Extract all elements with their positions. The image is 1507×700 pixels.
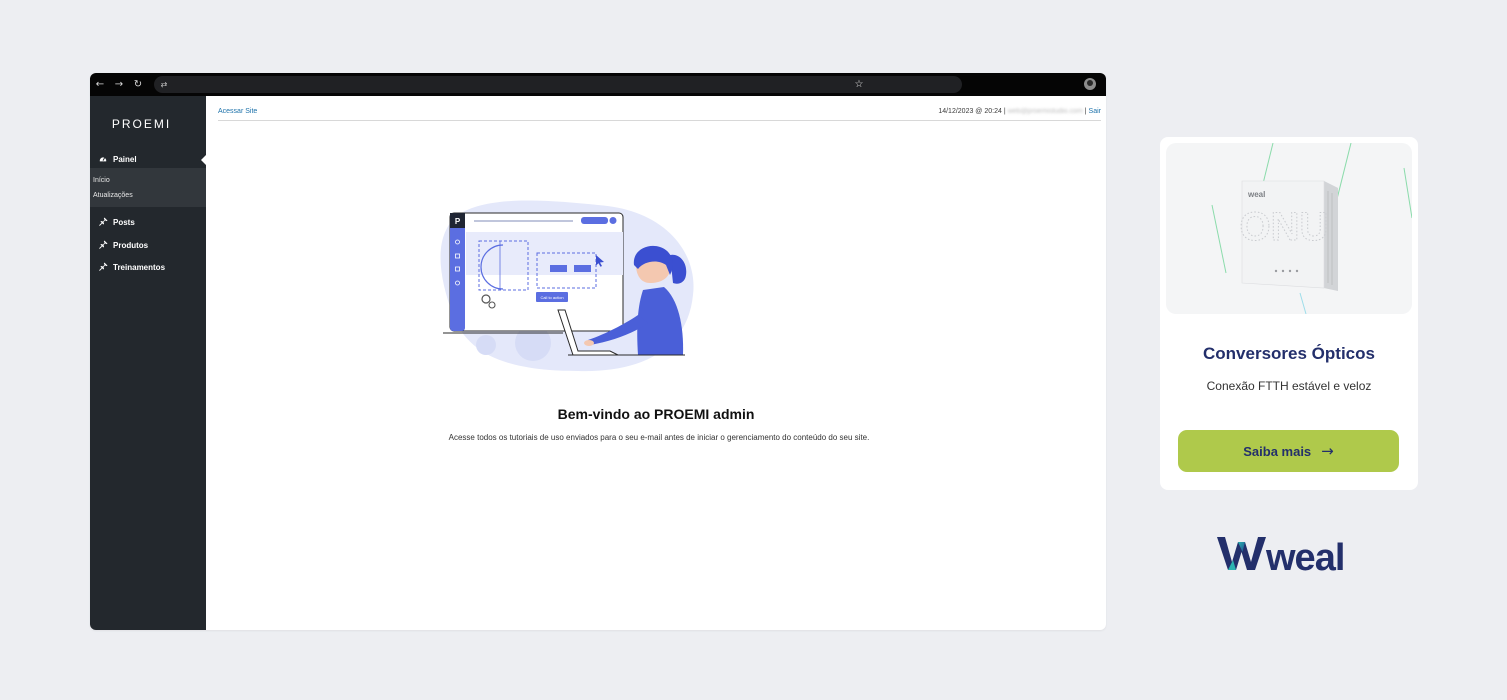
admin-sidebar: PROEMI Painel Início Atualizações Posts … xyxy=(90,96,206,630)
pin-icon xyxy=(99,262,109,273)
site-settings-icon[interactable]: ⇄ xyxy=(156,76,172,93)
welcome-text: Acesse todos os tutoriais de uso enviado… xyxy=(448,433,870,442)
profile-avatar-icon[interactable] xyxy=(1084,78,1096,90)
browser-toolbar: ← → ↻ ⇄ ☆ xyxy=(90,73,1106,96)
session-info: 14/12/2023 @ 20:24 | web@proemistudio.co… xyxy=(938,108,1101,115)
device-onu-text: ONU xyxy=(1240,205,1329,249)
sidebar-item-painel[interactable]: Painel xyxy=(90,151,206,168)
datetime-text: 14/12/2023 @ 20:24 xyxy=(938,108,1002,115)
illustration-logo-letter: P xyxy=(455,217,461,226)
bookmark-star-icon[interactable]: ☆ xyxy=(852,76,866,93)
proemi-logo[interactable]: PROEMI xyxy=(90,117,193,131)
forward-icon[interactable]: → xyxy=(110,73,128,96)
address-bar[interactable] xyxy=(154,76,962,93)
sidebar-item-label: Painel xyxy=(113,155,137,164)
illustration-cta-label: Call to action xyxy=(540,295,563,300)
logout-link[interactable]: Sair xyxy=(1089,108,1101,115)
button-label: Saiba mais xyxy=(1243,443,1312,459)
sidebar-item-label: Produtos xyxy=(113,241,149,250)
welcome-illustration: P Call to action xyxy=(440,200,694,372)
weal-logo[interactable]: weal xyxy=(1214,530,1364,575)
submenu-item-atualizacoes[interactable]: Atualizações xyxy=(90,188,206,203)
user-email: web@proemistudio.com xyxy=(1007,108,1083,115)
sidebar-item-label: Treinamentos xyxy=(113,263,166,272)
admin-topbar: Acessar Site 14/12/2023 @ 20:24 | web@pr… xyxy=(206,96,1106,121)
sidebar-item-label: Posts xyxy=(113,218,135,227)
sidebar-item-produtos[interactable]: Produtos xyxy=(90,237,206,254)
back-icon[interactable]: ← xyxy=(91,73,109,96)
ad-subtitle: Conexão FTTH estável e veloz xyxy=(1206,379,1372,393)
product-image: weal ONU xyxy=(1166,143,1412,314)
arrow-right-icon: → xyxy=(1321,442,1334,460)
submenu-item-inicio[interactable]: Início xyxy=(90,173,206,188)
dashboard-icon xyxy=(99,155,109,165)
pin-icon xyxy=(99,217,109,228)
sidebar-submenu: Início Atualizações xyxy=(90,168,206,207)
welcome-title: Bem-vindo ao PROEMI admin xyxy=(557,406,755,422)
separator: | xyxy=(1003,108,1006,115)
topbar-divider xyxy=(218,120,1101,121)
separator: | xyxy=(1084,108,1087,115)
device-brand-text: weal xyxy=(1247,190,1265,199)
reload-icon[interactable]: ↻ xyxy=(129,73,147,96)
acessar-site-link[interactable]: Acessar Site xyxy=(218,108,257,115)
saiba-mais-button[interactable]: Saiba mais → xyxy=(1178,430,1399,472)
pin-icon xyxy=(99,240,109,251)
ad-title: Conversores Ópticos xyxy=(1203,344,1375,363)
ad-card[interactable]: weal ONU Conversores Ópticos Conexão FTT… xyxy=(1160,137,1418,490)
sidebar-item-treinamentos[interactable]: Treinamentos xyxy=(90,259,206,276)
sidebar-item-posts[interactable]: Posts xyxy=(90,214,206,231)
